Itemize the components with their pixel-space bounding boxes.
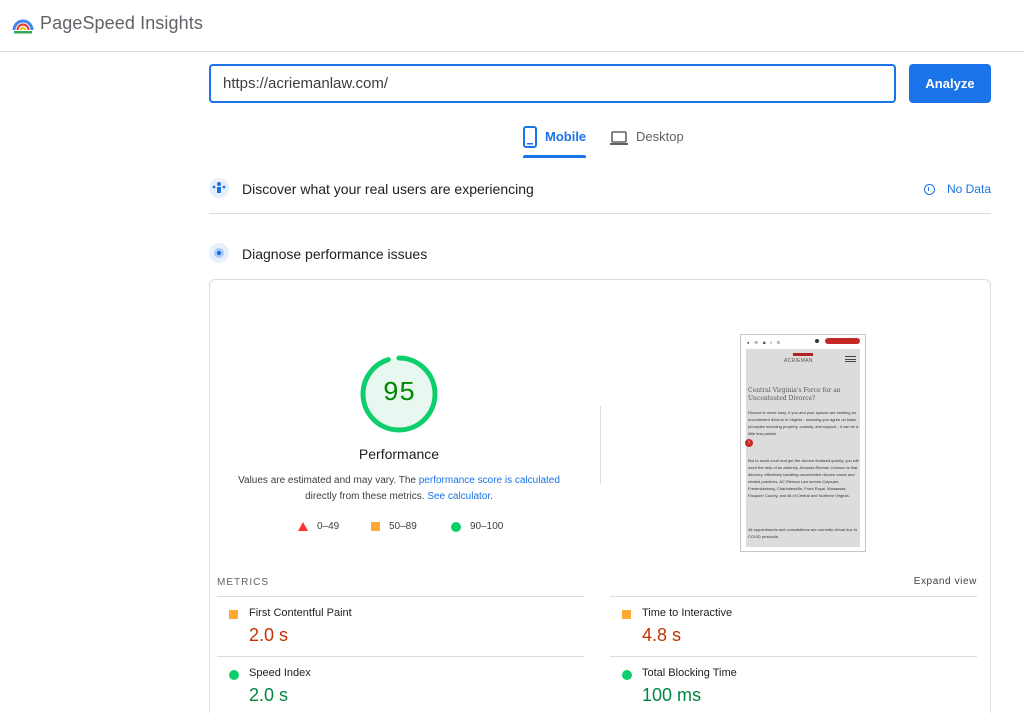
see-calculator-link[interactable]: See calculator [427,491,490,502]
accessibility-badge-icon: i [745,439,753,447]
pass-circle-icon [229,670,239,680]
screenshot-topbar: ● ✉ ◙ f ✆ [741,335,865,349]
tab-mobile[interactable]: Mobile [523,126,587,158]
info-icon [923,183,935,195]
screenshot-paragraph: All appointments and consultations are c… [748,527,858,539]
tab-mobile-label: Mobile [545,129,587,144]
report-card: 95 Performance Values are estimated and … [209,279,991,713]
performance-score: 95 [382,379,416,409]
circle-icon [451,521,461,532]
score-calculation-link[interactable]: performance score is calculated [419,475,560,486]
note-text: Values are estimated and may vary. The [238,475,419,486]
final-screenshot: ● ✉ ◙ f ✆ ACRIEMAN Central Virginia's Fo… [740,334,866,552]
lab-data-section: Diagnose performance issues [209,237,991,271]
legend-fail-range: 0–49 [317,521,340,532]
metric-value: 4.8 s [642,625,682,645]
tab-desktop[interactable]: Desktop [610,126,684,158]
url-input[interactable] [209,64,896,103]
metric-time-to-interactive: Time to Interactive 4.8 s [610,596,977,656]
legend-pass-range: 90–100 [470,521,504,532]
screenshot-brand: ACRIEMAN [784,358,813,364]
triangle-icon [298,522,308,531]
screenshot-paragraph: Divorce is never easy. If you and your s… [748,410,859,436]
average-square-icon [229,610,238,619]
lab-data-title: Diagnose performance issues [242,246,428,262]
metric-value: 2.0 s [249,685,289,705]
field-data-status[interactable]: No Data [923,182,991,196]
laptop-icon [610,131,628,145]
screenshot-paragraph: But to avoid court and get the divorce f… [748,458,859,498]
metric-speed-index: Speed Index 2.0 s [217,656,584,713]
vertical-divider [600,406,601,484]
field-data-section: Discover what your real users are experi… [209,172,991,214]
expand-view-button[interactable]: Expand view [914,576,977,587]
pagespeed-logo-icon[interactable] [12,14,34,36]
legend-average: 50–89 [371,521,417,532]
legend-fail: 0–49 [298,521,339,532]
smartphone-icon [523,126,537,148]
metric-first-contentful-paint: First Contentful Paint 2.0 s [217,596,584,656]
legend-pass: 90–100 [451,521,503,532]
no-data-label: No Data [946,182,991,196]
screenshot-heading: Central Virginia's Force for an Uncontes… [748,387,841,402]
field-data-title: Discover what your real users are experi… [242,181,534,197]
analyze-button[interactable]: Analyze [909,64,991,103]
screenshot-body [746,349,860,547]
metric-name: Speed Index [249,667,311,679]
users-icon [209,178,229,198]
tab-desktop-label: Desktop [636,129,684,144]
screenshot-cta [825,338,860,344]
metrics-heading: METRICS [217,577,269,588]
app-header: PageSpeed Insights [0,0,1024,52]
social-icons: ● ✉ ◙ f ✆ [747,340,783,345]
metric-name: Time to Interactive [642,607,733,619]
average-square-icon [622,610,631,619]
metric-name: Total Blocking Time [642,667,737,679]
legend-average-range: 50–89 [389,521,417,532]
metric-total-blocking-time: Total Blocking Time 100 ms [610,656,977,713]
metric-name: First Contentful Paint [249,607,352,619]
app-title[interactable]: PageSpeed Insights [40,13,203,34]
phone-icon [815,339,819,343]
pass-circle-icon [622,670,632,680]
lab-flask-icon [209,243,229,263]
performance-label: Performance [358,446,440,462]
hamburger-menu-icon [845,356,856,362]
note-text: . [490,491,493,502]
note-text: directly from these metrics. [305,491,428,502]
metric-value: 100 ms [642,685,702,705]
performance-note: Values are estimated and may vary. The p… [230,473,568,505]
square-icon [371,522,380,531]
metric-value: 2.0 s [249,625,289,645]
